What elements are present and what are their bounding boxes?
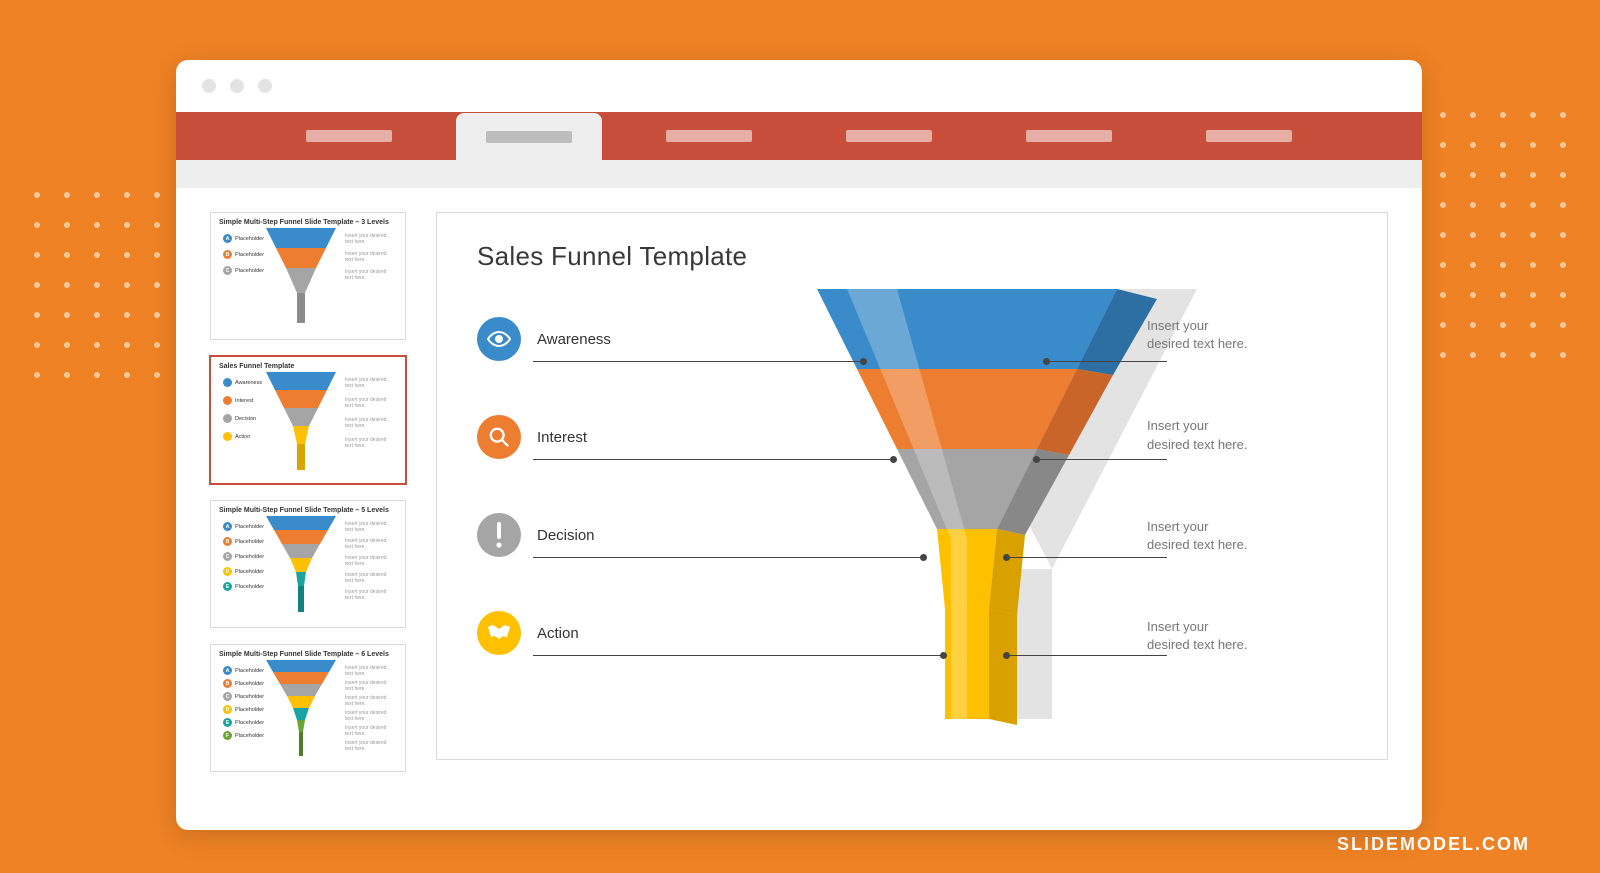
connector-line bbox=[533, 557, 923, 558]
ribbon-tab[interactable] bbox=[1176, 112, 1322, 160]
slide-stage: Awareness Interest Decision bbox=[477, 289, 1347, 739]
thumb-funnel-icon bbox=[261, 516, 341, 616]
stage-desc: Insert your desired text here. bbox=[1147, 417, 1347, 453]
ribbon-tab[interactable] bbox=[636, 112, 782, 160]
thumb-legend: Awareness Interest Decision Action bbox=[223, 378, 262, 441]
stage-item-action: Action bbox=[477, 611, 827, 655]
eye-icon bbox=[477, 317, 521, 361]
thumb-legend: APlaceholder BPlaceholder CPlaceholder D… bbox=[223, 666, 264, 740]
ribbon-tab[interactable] bbox=[816, 112, 962, 160]
connector-line bbox=[1007, 557, 1167, 558]
stage-label: Decision bbox=[537, 527, 595, 544]
watermark: SLIDEMODEL.COM bbox=[1337, 834, 1530, 855]
titlebar bbox=[176, 60, 1422, 112]
slide-thumbnails: Simple Multi-Step Funnel Slide Template … bbox=[210, 212, 406, 772]
connector-line bbox=[533, 361, 863, 362]
thumb-legend: APlaceholder BPlaceholder CPlaceholder D… bbox=[223, 522, 264, 591]
stage-label: Interest bbox=[537, 429, 587, 446]
funnel-chart bbox=[817, 289, 1157, 729]
connector-line bbox=[533, 655, 943, 656]
slide-thumb-1[interactable]: Simple Multi-Step Funnel Slide Template … bbox=[210, 212, 406, 340]
thumb-title: Simple Multi-Step Funnel Slide Template … bbox=[219, 219, 397, 226]
slide-thumb-4[interactable]: Simple Multi-Step Funnel Slide Template … bbox=[210, 644, 406, 772]
thumb-funnel-icon bbox=[261, 660, 341, 760]
stage-desc: Insert your desired text here. bbox=[1147, 518, 1347, 554]
thumb-desc-col: Insert your desired text here. Insert yo… bbox=[345, 234, 393, 281]
stage-desc: Insert your desired text here. bbox=[1147, 618, 1347, 654]
ribbon-area bbox=[176, 112, 1422, 188]
stage-item-interest: Interest bbox=[477, 415, 827, 459]
window-dot bbox=[202, 79, 216, 93]
ribbon-tab[interactable] bbox=[996, 112, 1142, 160]
magnifier-icon bbox=[477, 415, 521, 459]
stage-desc: Insert your desired text here. bbox=[1147, 317, 1347, 353]
slide-title: Sales Funnel Template bbox=[477, 241, 1347, 272]
funnel-right-texts: Insert your desired text here. Insert yo… bbox=[1147, 317, 1347, 719]
thumb-desc-col: Insert your desired text here. Insert yo… bbox=[345, 378, 393, 449]
ribbon-tab-active[interactable] bbox=[456, 113, 602, 161]
stage-label: Awareness bbox=[537, 331, 611, 348]
stage-item-decision: Decision bbox=[477, 513, 827, 557]
thumb-title: Simple Multi-Step Funnel Slide Template … bbox=[219, 651, 397, 658]
ribbon-tab[interactable] bbox=[276, 112, 422, 160]
content-area: Simple Multi-Step Funnel Slide Template … bbox=[176, 188, 1422, 796]
window-dot bbox=[230, 79, 244, 93]
stage-item-awareness: Awareness bbox=[477, 317, 827, 361]
slide-thumb-3[interactable]: Simple Multi-Step Funnel Slide Template … bbox=[210, 500, 406, 628]
thumb-funnel-icon bbox=[261, 372, 341, 472]
connector-line bbox=[533, 459, 893, 460]
handshake-icon bbox=[477, 611, 521, 655]
funnel-left-items: Awareness Interest Decision bbox=[477, 317, 827, 709]
ribbon bbox=[176, 112, 1422, 160]
app-window: Simple Multi-Step Funnel Slide Template … bbox=[176, 60, 1422, 830]
thumb-desc-col: Insert your desired text here. Insert yo… bbox=[345, 666, 393, 752]
thumb-desc-col: Insert your desired text here. Insert yo… bbox=[345, 522, 393, 601]
thumb-title: Sales Funnel Template bbox=[219, 363, 397, 370]
thumb-funnel-icon bbox=[261, 228, 341, 328]
stage-label: Action bbox=[537, 625, 579, 642]
connector-line bbox=[1007, 655, 1167, 656]
exclamation-icon bbox=[477, 513, 521, 557]
thumb-legend: APlaceholder BPlaceholder CPlaceholder bbox=[223, 234, 264, 275]
thumb-title: Simple Multi-Step Funnel Slide Template … bbox=[219, 507, 397, 514]
slide-thumb-2[interactable]: Sales Funnel Template Awareness Interest… bbox=[210, 356, 406, 484]
slide-canvas[interactable]: Sales Funnel Template bbox=[436, 212, 1388, 760]
window-dot bbox=[258, 79, 272, 93]
